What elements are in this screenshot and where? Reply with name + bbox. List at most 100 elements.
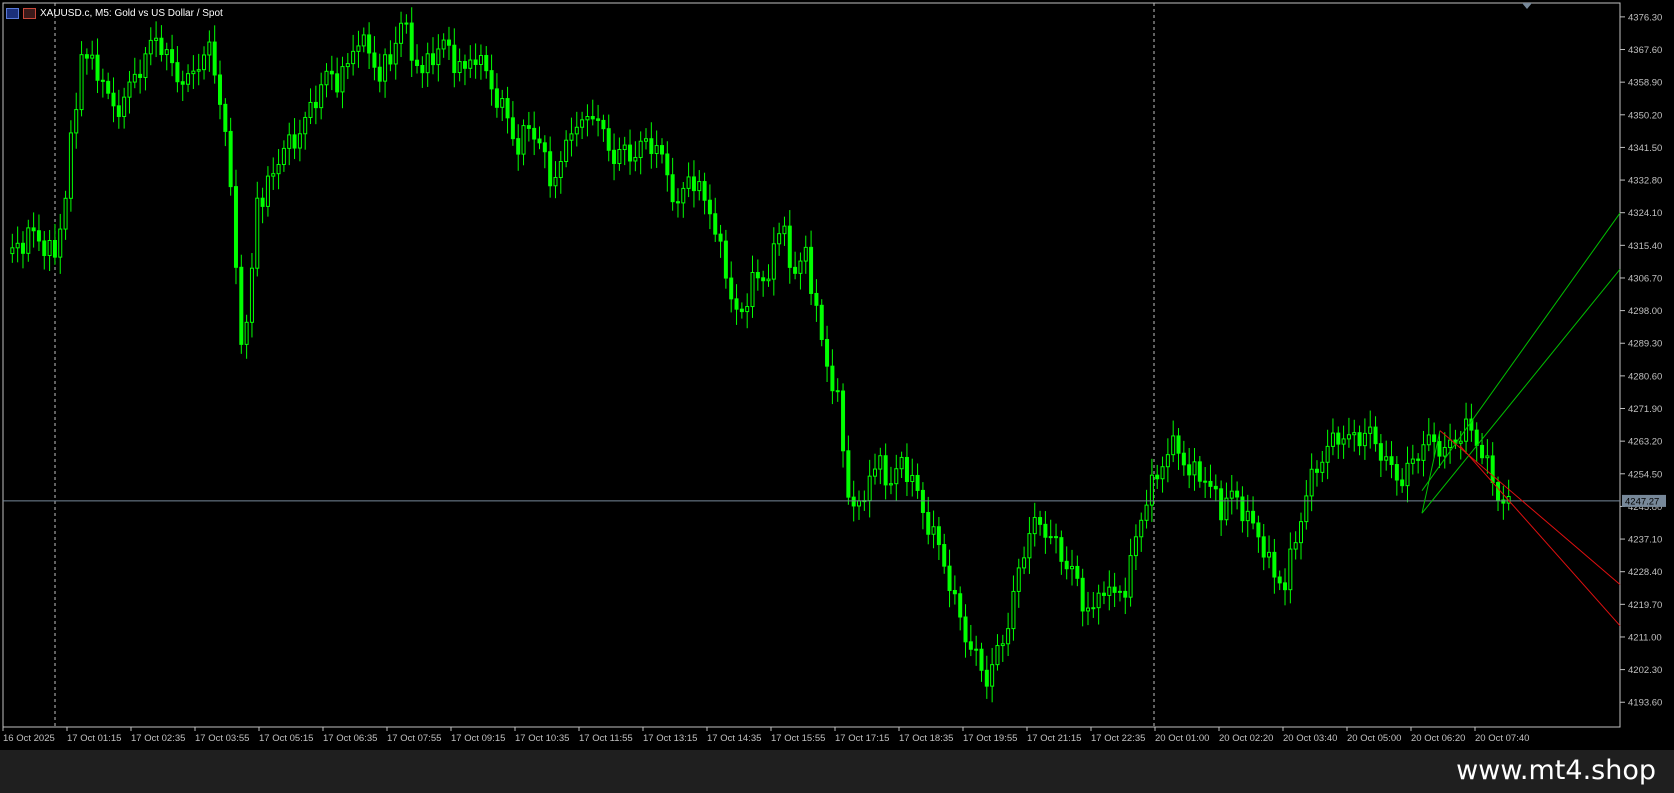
y-tick-label: 4306.70 — [1628, 273, 1662, 284]
candle-body — [446, 39, 451, 46]
candle-body — [644, 138, 649, 142]
candle-body — [654, 145, 659, 155]
candle-body — [1384, 456, 1389, 461]
candle-body — [1283, 582, 1288, 591]
candle-body — [106, 80, 111, 94]
chart-symbol-icon[interactable] — [23, 7, 36, 19]
candle-body — [457, 61, 462, 74]
candle-body — [287, 134, 292, 149]
candle-body — [1054, 536, 1059, 539]
candle-body — [739, 308, 744, 313]
candle-body — [1272, 551, 1277, 578]
candle-body — [851, 496, 856, 507]
candle-body — [393, 42, 398, 65]
candle-body — [1400, 479, 1405, 487]
candle-body — [883, 455, 888, 486]
candle-body — [1080, 577, 1085, 612]
candle-body — [335, 73, 340, 93]
candle-body — [846, 450, 851, 498]
shift-marker-icon — [1522, 3, 1532, 9]
candle-body — [1022, 557, 1027, 569]
candle-body — [1219, 488, 1224, 521]
candle-body — [1070, 565, 1075, 570]
x-tick-label: 17 Oct 22:35 — [1091, 733, 1145, 744]
candle-body — [1496, 482, 1501, 501]
candle-body — [1368, 426, 1373, 434]
x-tick-label: 17 Oct 09:15 — [451, 733, 505, 744]
y-tick-label: 4254.50 — [1628, 469, 1662, 480]
chart-area[interactable]: 4376.30 4367.60 4358.90 4350.20 4341.50 4332.… — [0, 0, 1674, 750]
candle-body — [1213, 485, 1218, 490]
candle-body — [90, 54, 95, 59]
candle-body — [1000, 643, 1005, 647]
y-tick-label: 4280.60 — [1628, 371, 1662, 382]
chart-menu-icon[interactable] — [6, 7, 19, 19]
candle-body — [260, 197, 265, 207]
price-chart[interactable]: 4376.30 4367.60 4358.90 4350.20 4341.50 4332.… — [0, 0, 1674, 750]
candle-body — [1373, 426, 1378, 445]
x-tick-label: 20 Oct 07:40 — [1475, 733, 1529, 744]
candle-body — [1064, 560, 1069, 570]
candle-body — [537, 138, 542, 144]
candle-body — [372, 52, 377, 68]
y-tick-label: 4211.00 — [1628, 632, 1662, 643]
candle-body — [622, 144, 627, 151]
y-tick-label: 4202.30 — [1628, 665, 1662, 676]
y-tick-label: 4228.40 — [1628, 567, 1662, 578]
candle-body — [1341, 438, 1346, 445]
candle-body — [1096, 592, 1101, 609]
candle-body — [1405, 462, 1410, 487]
x-tick-label: 17 Oct 02:35 — [131, 733, 185, 744]
candle-body — [510, 117, 515, 140]
x-tick-label: 16 Oct 2025 — [3, 733, 55, 744]
candle-body — [580, 119, 585, 128]
candle-body — [1075, 565, 1080, 579]
candle-body — [1245, 510, 1250, 522]
candle-body — [910, 474, 915, 482]
candle-body — [1144, 504, 1149, 521]
candle-body — [425, 53, 430, 74]
candle-body — [1011, 590, 1016, 630]
candle-body — [345, 63, 350, 68]
candle-body — [755, 271, 760, 279]
candle-body — [532, 127, 537, 140]
candle-body — [1298, 521, 1303, 544]
candle-body — [920, 489, 925, 513]
candle-body — [505, 98, 510, 119]
candle-body — [228, 130, 233, 188]
candle-body — [606, 128, 611, 151]
candle-body — [1160, 466, 1165, 480]
candle-body — [681, 187, 686, 204]
candle-body — [271, 173, 276, 177]
chart-header: XAUUSD.c, M5: Gold vs US Dollar / Spot — [6, 5, 223, 21]
candle-body — [995, 645, 1000, 666]
candle-body — [553, 176, 558, 187]
candle-body — [1155, 474, 1160, 480]
candle-body — [218, 74, 223, 105]
candle-body — [665, 153, 670, 176]
candle-body — [793, 266, 798, 274]
x-tick-label: 17 Oct 07:55 — [387, 733, 441, 744]
candle-body — [718, 233, 723, 242]
candle-body — [351, 50, 356, 65]
candle-body — [239, 266, 244, 345]
candle-body — [1229, 490, 1234, 499]
candle-body — [1256, 522, 1261, 538]
candle-body — [303, 116, 308, 135]
candle-body — [36, 230, 41, 242]
candle-body — [1325, 445, 1330, 463]
x-tick-label: 20 Oct 02:20 — [1219, 733, 1273, 744]
candle-body — [1123, 590, 1128, 598]
candle-body — [10, 247, 15, 255]
y-tick-label: 4324.10 — [1628, 208, 1662, 219]
candle-body — [888, 483, 893, 486]
candle-body — [452, 44, 457, 74]
channel-up-upper — [1421, 212, 1621, 491]
candle-body — [404, 22, 409, 25]
candle-body — [175, 62, 180, 83]
candle-body — [180, 81, 185, 85]
candle-body — [633, 156, 638, 162]
candle-body — [558, 161, 563, 178]
candle-body — [1485, 455, 1490, 459]
candle-body — [1490, 455, 1495, 484]
